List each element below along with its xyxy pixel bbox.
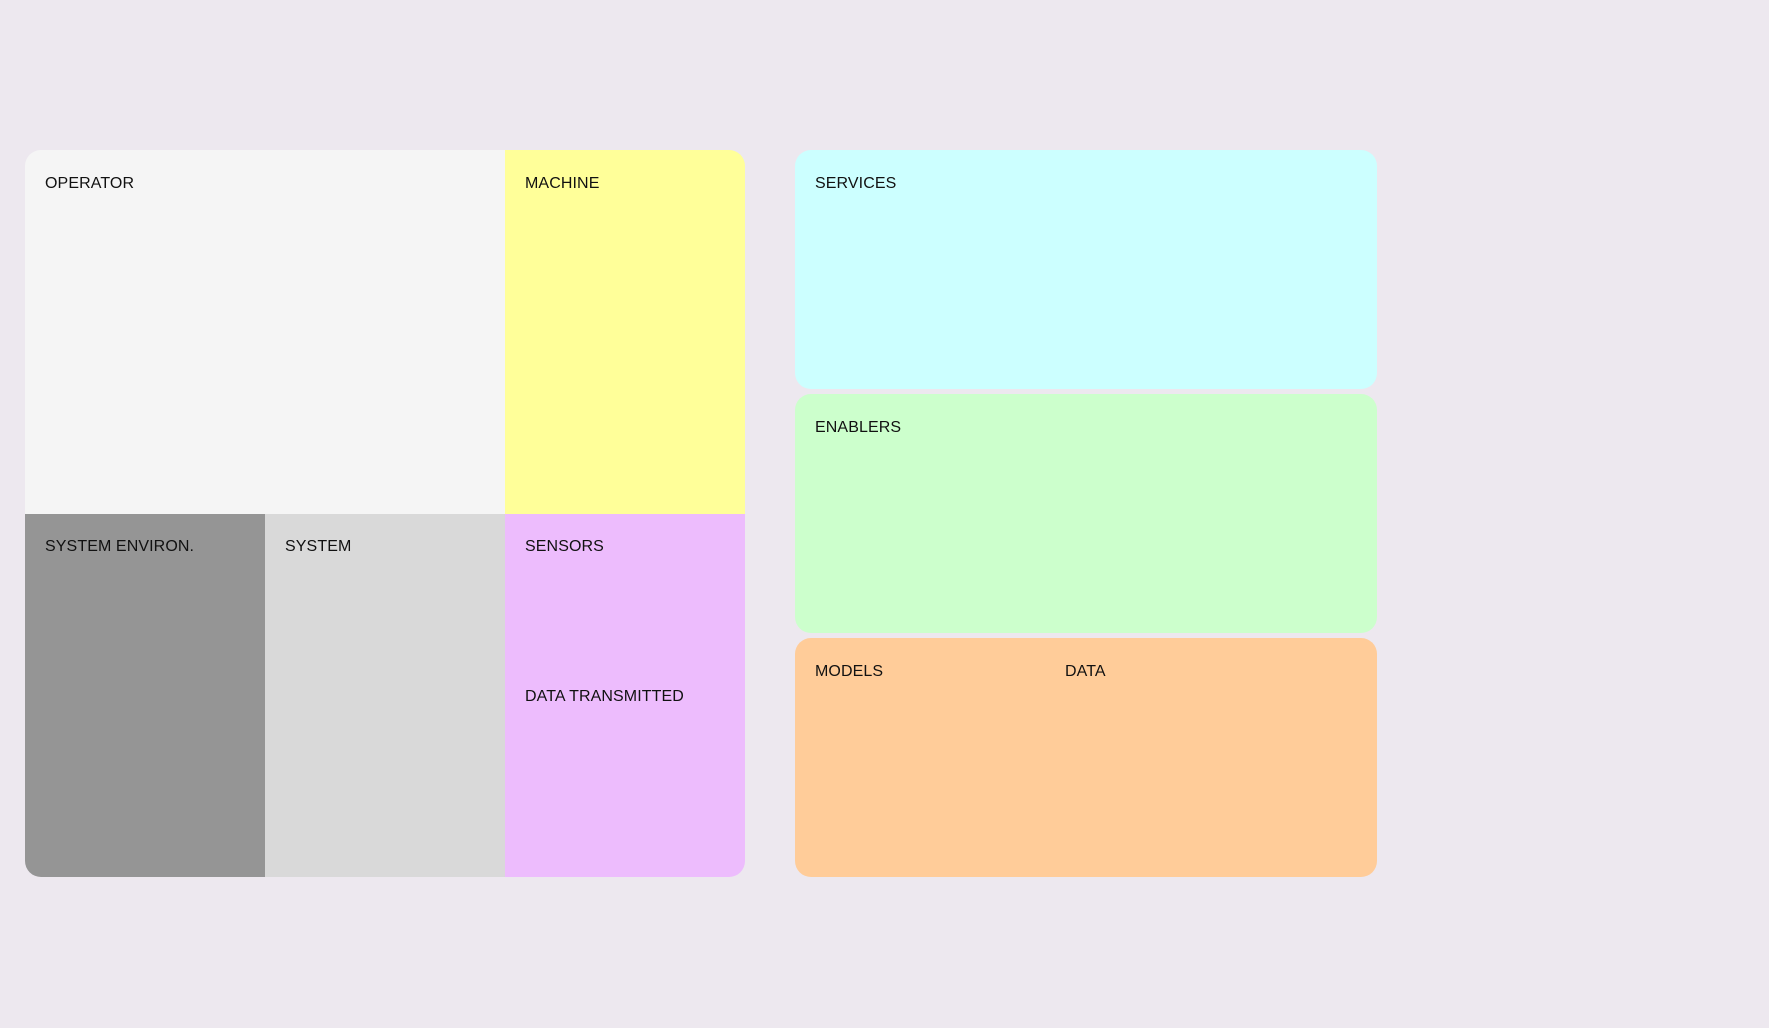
sensors-zone[interactable]: SENSORS DATA TRANSMITTED [505,514,745,877]
operator-machine-system-board: OPERATOR MACHINE SYSTEM ENVIRON. SYSTEM … [25,150,745,877]
operator-zone[interactable]: OPERATOR [25,150,505,514]
machine-zone[interactable]: MACHINE [505,150,745,514]
models-data-card[interactable]: MODELS DATA [795,638,1377,877]
data-transmitted-label: DATA TRANSMITTED [525,688,684,705]
system-zone[interactable]: SYSTEM [265,514,505,877]
system-environment-zone[interactable]: SYSTEM ENVIRON. [25,514,265,877]
services-label: SERVICES [815,175,897,192]
data-label: DATA [1065,663,1106,680]
enablers-label: ENABLERS [815,419,902,436]
operator-label: OPERATOR [45,175,135,192]
whiteboard-canvas: OPERATOR MACHINE SYSTEM ENVIRON. SYSTEM … [0,0,1769,1028]
services-card[interactable]: SERVICES [795,150,1377,389]
enablers-card[interactable]: ENABLERS [795,394,1377,633]
system-label: SYSTEM [285,538,352,555]
system-environment-label: SYSTEM ENVIRON. [45,538,195,555]
sensors-label: SENSORS [525,538,604,555]
models-label: MODELS [815,663,884,680]
machine-label: MACHINE [525,175,600,192]
